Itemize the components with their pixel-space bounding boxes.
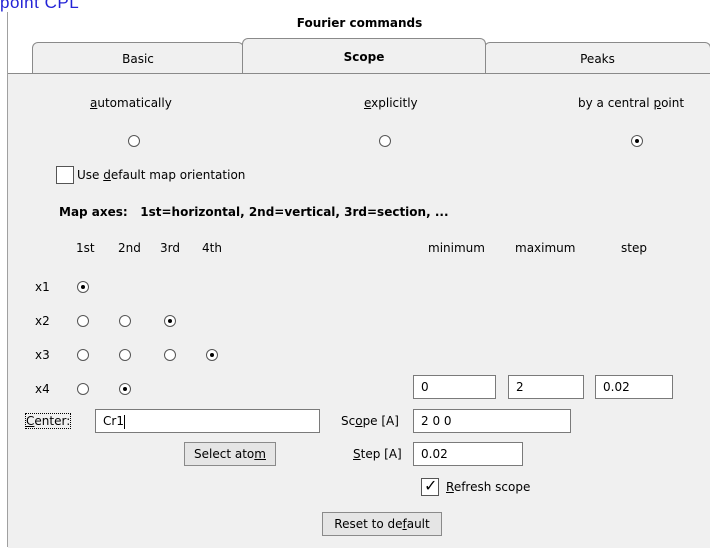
option-automatically-label: automatically: [90, 96, 172, 110]
radio-x3-2nd[interactable]: [119, 349, 131, 361]
option-explicitly-label: explicitly: [364, 96, 418, 110]
tab-basic[interactable]: Basic: [32, 42, 244, 75]
tab-scope[interactable]: Scope: [242, 38, 486, 75]
default-orientation-label: Use default map orientation: [77, 168, 246, 182]
radio-x4-1st[interactable]: [77, 383, 89, 395]
col-header-2nd: 2nd: [118, 241, 141, 255]
center-input[interactable]: Cr1: [95, 409, 320, 433]
select-atom-button[interactable]: Select atom: [184, 442, 276, 466]
radio-x2-3rd[interactable]: [164, 315, 176, 327]
radio-x3-1st[interactable]: [77, 349, 89, 361]
x4-maximum-input[interactable]: 2: [508, 375, 584, 399]
refresh-scope-label: Refresh scope: [446, 480, 531, 494]
scope-input[interactable]: 2 0 0: [413, 409, 571, 433]
scope-panel: automatically explicitly by a central po…: [8, 73, 710, 548]
tab-peaks[interactable]: Peaks: [484, 42, 710, 75]
radio-explicitly[interactable]: [379, 135, 391, 147]
map-axes-heading: Map axes: 1st=horizontal, 2nd=vertical, …: [59, 205, 449, 219]
radio-x1-1st[interactable]: [77, 281, 89, 293]
radio-x4-2nd[interactable]: [119, 383, 131, 395]
radio-x2-1st[interactable]: [77, 315, 89, 327]
step-label: Step [A]: [353, 447, 402, 461]
checkmark-icon: ✓: [424, 476, 438, 495]
col-header-step: step: [621, 241, 647, 255]
col-header-1st: 1st: [76, 241, 95, 255]
col-header-minimum: minimum: [428, 241, 485, 255]
reset-to-default-button[interactable]: Reset to default: [322, 512, 442, 536]
row-label-x1: x1: [35, 280, 50, 294]
step-input[interactable]: 0.02: [413, 442, 523, 466]
radio-central-point[interactable]: [631, 135, 643, 147]
col-header-3rd: 3rd: [160, 241, 180, 255]
scope-label: Scope [A]: [341, 414, 399, 428]
col-header-4th: 4th: [202, 241, 222, 255]
row-label-x3: x3: [35, 348, 50, 362]
row-label-x4: x4: [35, 382, 50, 396]
tab-bar: Basic Peaks Scope: [8, 34, 710, 75]
radio-automatically[interactable]: [128, 135, 140, 147]
x4-step-input[interactable]: 0.02: [595, 375, 673, 399]
row-label-x2: x2: [35, 314, 50, 328]
fourier-dialog: Fourier commands Basic Peaks Scope autom…: [7, 12, 710, 548]
radio-x2-2nd[interactable]: [119, 315, 131, 327]
center-label: Center:: [24, 413, 72, 429]
dialog-title: Fourier commands: [296, 16, 423, 30]
radio-x3-4th[interactable]: [206, 349, 218, 361]
refresh-scope-checkbox[interactable]: ✓: [421, 476, 439, 496]
default-orientation-checkbox[interactable]: [56, 166, 74, 184]
x4-minimum-input[interactable]: 0: [413, 375, 496, 399]
radio-x3-3rd[interactable]: [164, 349, 176, 361]
option-central-point-label: by a central point: [578, 96, 685, 110]
col-header-maximum: maximum: [515, 241, 576, 255]
